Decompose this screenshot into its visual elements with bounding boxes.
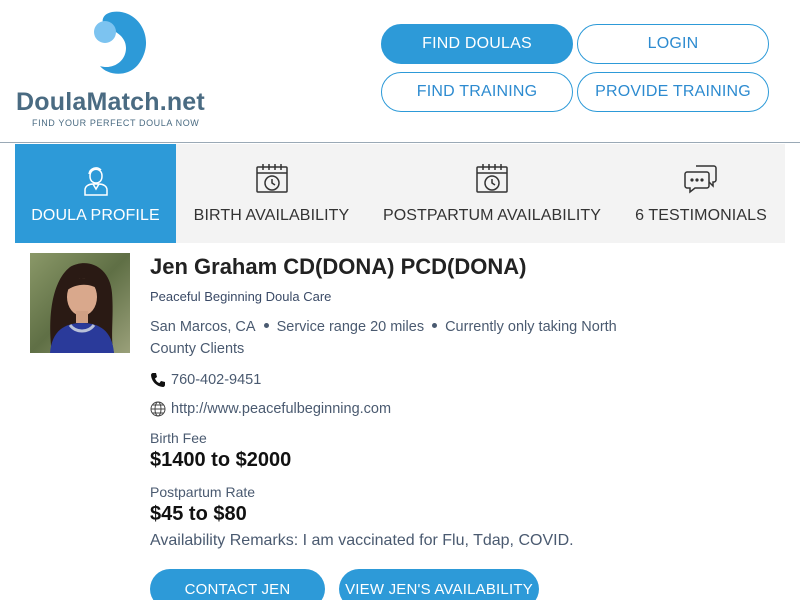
separator-dot <box>432 323 438 329</box>
phone-row[interactable]: 760-402-9451 <box>150 372 261 388</box>
doula-name: Jen Graham CD(DONA) PCD(DONA) <box>150 254 527 279</box>
profile-tabs: DOULA PROFILE BIRTH AVAILABILITY POSTPAR… <box>15 144 785 243</box>
website-link[interactable]: http://www.peacefulbeginning.com <box>171 401 391 417</box>
profile-photo-image <box>30 253 130 353</box>
logo-tagline: FIND YOUR PERFECT DOULA NOW <box>32 118 200 128</box>
site-logo[interactable]: DoulaMatch.net FIND YOUR PERFECT DOULA N… <box>16 10 226 135</box>
provide-training-button[interactable]: PROVIDE TRAINING <box>577 72 769 112</box>
birth-fee-label: Birth Fee <box>150 430 207 446</box>
calendar-clock-icon <box>255 164 288 193</box>
service-range: Service range 20 miles <box>276 319 425 335</box>
tab-label: 6 TESTIMONIALS <box>635 207 767 224</box>
tab-testimonials[interactable]: 6 TESTIMONIALS <box>617 144 785 243</box>
logo-wordmark: DoulaMatch.net <box>16 88 205 116</box>
chat-bubbles-icon <box>684 165 717 194</box>
location-info: San Marcos, CA Service range 20 miles Curr… <box>150 316 650 360</box>
site-header: DoulaMatch.net FIND YOUR PERFECT DOULA N… <box>0 0 800 143</box>
calendar-clock-icon <box>476 164 508 193</box>
availability-remarks: Availability Remarks: I am vaccinated fo… <box>150 532 574 549</box>
phone-icon <box>151 373 165 387</box>
tab-doula-profile[interactable]: DOULA PROFILE <box>15 144 176 243</box>
globe-icon <box>150 401 166 417</box>
login-button[interactable]: LOGIN <box>577 24 769 64</box>
tab-label: POSTPARTUM AVAILABILITY <box>382 207 602 224</box>
website-row[interactable]: http://www.peacefulbeginning.com <box>150 401 391 417</box>
doula-profile-photo <box>30 253 130 353</box>
birth-fee-value: $1400 to $2000 <box>150 449 292 471</box>
business-name: Peaceful Beginning Doula Care <box>150 289 332 304</box>
logo-mark-icon <box>94 11 147 74</box>
tab-postpartum-availability[interactable]: POSTPARTUM AVAILABILITY <box>367 144 617 243</box>
tab-label: DOULA PROFILE <box>31 207 160 224</box>
city: San Marcos, CA <box>150 319 256 335</box>
view-availability-button[interactable]: VIEW JEN'S AVAILABILITY <box>339 569 539 600</box>
doula-person-icon <box>83 167 108 196</box>
tab-label: BIRTH AVAILABILITY <box>193 207 350 224</box>
postpartum-rate-value: $45 to $80 <box>150 503 247 525</box>
tab-birth-availability[interactable]: BIRTH AVAILABILITY <box>176 144 367 243</box>
phone-number[interactable]: 760-402-9451 <box>171 372 261 388</box>
find-training-button[interactable]: FIND TRAINING <box>381 72 573 112</box>
separator-dot <box>263 323 269 329</box>
postpartum-rate-label: Postpartum Rate <box>150 484 256 500</box>
find-doulas-button[interactable]: FIND DOULAS <box>381 24 573 64</box>
contact-button[interactable]: CONTACT JEN <box>150 569 325 600</box>
